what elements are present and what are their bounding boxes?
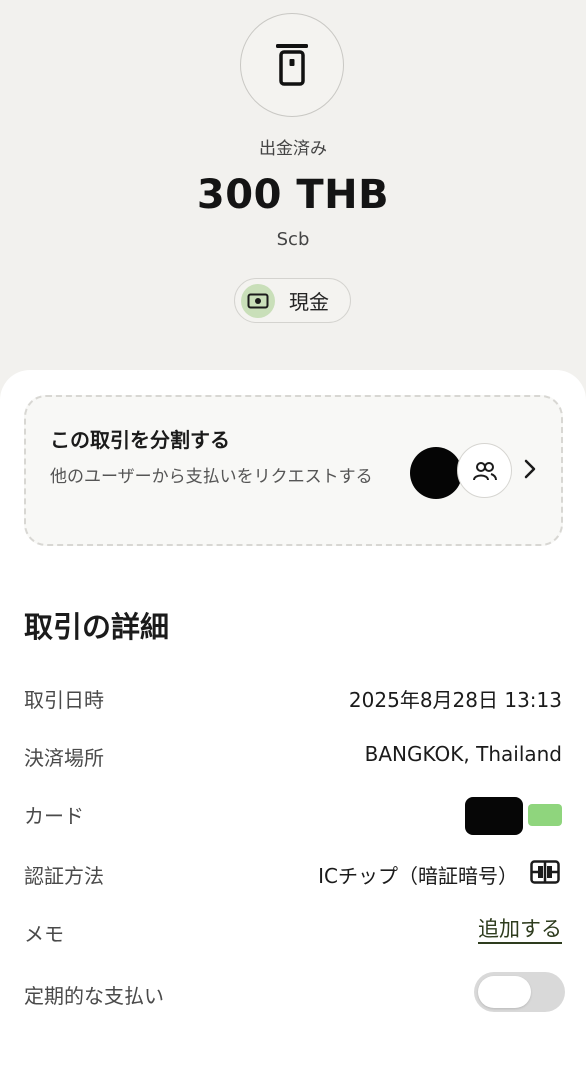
auth-value: ICチップ（暗証暗号） — [318, 864, 518, 888]
memo-label: メモ — [24, 922, 64, 946]
recurring-toggle[interactable] — [474, 972, 565, 1012]
avatar — [410, 447, 462, 499]
location-label: 決済場所 — [24, 746, 104, 770]
split-description: 他のユーザーから支払いをリクエストする — [50, 467, 373, 487]
people-icon — [457, 443, 512, 498]
transaction-status: 出金済み — [259, 139, 327, 159]
toggle-knob — [478, 976, 531, 1008]
chip-icon — [530, 860, 560, 884]
card-image-redacted — [465, 797, 523, 835]
location-value: BANGKOK, Thailand — [364, 742, 562, 766]
cash-icon — [241, 283, 275, 318]
transaction-amount: 300 THB — [196, 172, 390, 218]
split-title: この取引を分割する — [50, 428, 230, 452]
details-title: 取引の詳細 — [24, 610, 170, 644]
auth-label: 認証方法 — [24, 864, 104, 888]
payment-method-label: 現金 — [289, 290, 329, 314]
datetime-value: 2025年8月28日 13:13 — [348, 688, 562, 712]
merchant-name: Scb — [276, 229, 310, 250]
split-transaction-card[interactable]: この取引を分割する 他のユーザーから支払いをリクエストする — [24, 395, 563, 546]
recurring-label: 定期的な支払い — [24, 984, 164, 1008]
add-memo-link[interactable]: 追加する — [478, 917, 562, 944]
chevron-right-icon — [524, 459, 536, 479]
card-label: カード — [24, 804, 84, 828]
card-color-swatch — [528, 804, 562, 826]
datetime-label: 取引日時 — [24, 688, 104, 712]
payment-method-chip[interactable]: 現金 — [234, 278, 351, 323]
atm-withdraw-icon — [240, 13, 344, 117]
